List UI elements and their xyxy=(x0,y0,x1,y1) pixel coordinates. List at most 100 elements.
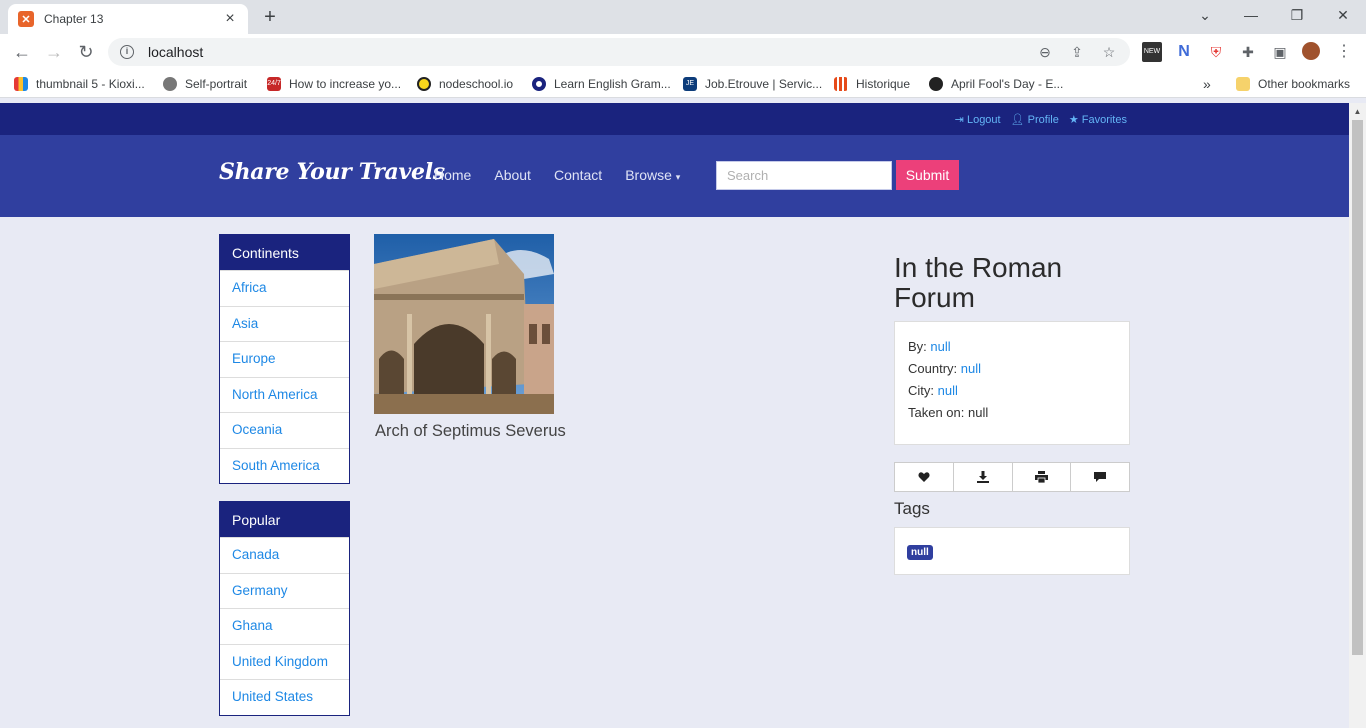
tag-badge[interactable]: null xyxy=(907,545,933,560)
print-button[interactable] xyxy=(1011,463,1071,491)
extension-shield-icon[interactable]: ⛨ xyxy=(1206,42,1226,62)
back-button[interactable]: ← xyxy=(10,40,34,64)
historique-icon xyxy=(834,77,848,91)
zoom-icon[interactable]: ⊖ xyxy=(1034,41,1056,63)
caret-down-icon: ▾ xyxy=(675,172,681,182)
nav-contact[interactable]: Contact xyxy=(554,167,602,183)
photo-details-box: By: null Country: null City: null Taken … xyxy=(894,321,1130,445)
favorite-button[interactable] xyxy=(895,463,953,491)
by-link[interactable]: null xyxy=(930,339,950,354)
other-bookmarks[interactable]: Other bookmarks xyxy=(1236,75,1350,93)
continent-item[interactable]: Africa xyxy=(220,270,349,306)
side-panel-icon[interactable]: ▣ xyxy=(1270,42,1290,62)
bookmark-star-icon[interactable]: ☆ xyxy=(1098,41,1120,63)
bookmark-item[interactable]: 24/7 How to increase yo... xyxy=(267,75,401,93)
panel-title: Continents xyxy=(220,235,349,270)
bookmark-item[interactable]: nodeschool.io xyxy=(417,75,513,93)
bookmark-item[interactable]: Self-portrait xyxy=(163,75,247,93)
forward-button[interactable]: → xyxy=(42,40,66,64)
share-icon[interactable]: ⇪ xyxy=(1066,41,1088,63)
browser-tab[interactable]: ✕ Chapter 13 × xyxy=(8,4,248,34)
site-header: Share Your Travels Home About Contact Br… xyxy=(0,135,1349,217)
tab-title: Chapter 13 xyxy=(44,12,104,26)
profile-avatar-icon[interactable] xyxy=(1302,42,1320,60)
bookmark-item[interactable]: thumbnail 5 - Kioxi... xyxy=(14,75,145,93)
city-link[interactable]: null xyxy=(938,383,958,398)
browser-tab-bar: ✕ Chapter 13 × + ⌄ — ❐ ✕ xyxy=(0,0,1366,34)
restore-button[interactable]: ❐ xyxy=(1284,4,1310,26)
address-bar[interactable]: i localhost ⊖ ⇪ ☆ xyxy=(108,38,1130,66)
xampp-favicon-icon: ✕ xyxy=(18,11,34,27)
nav-about[interactable]: About xyxy=(494,167,531,183)
nav-browse[interactable]: Browse ▾ xyxy=(625,167,680,183)
city-row: City: null xyxy=(908,383,958,398)
bookmark-item[interactable]: JE Job.Etrouve | Servic... xyxy=(683,75,822,93)
more-bookmarks-icon[interactable]: » xyxy=(1203,75,1211,93)
star-icon: ★ xyxy=(1068,114,1082,126)
country-row: Country: null xyxy=(908,361,982,376)
web-page: ⇥ Logout 👤︎ Profile ★ Favorites Share Yo… xyxy=(0,103,1349,728)
top-utility-bar: ⇥ Logout 👤︎ Profile ★ Favorites xyxy=(0,103,1349,135)
url-text: localhost xyxy=(148,44,204,60)
taken-on-value: null xyxy=(968,405,989,420)
site-logo[interactable]: Share Your Travels xyxy=(219,159,445,185)
continent-item[interactable]: North America xyxy=(220,376,349,413)
logout-link[interactable]: ⇥ Logout xyxy=(955,113,1001,126)
taken-on-row: Taken on: null xyxy=(908,405,989,420)
continent-item[interactable]: Oceania xyxy=(220,412,349,448)
page-title: In the Roman Forum xyxy=(894,252,1063,313)
new-tab-button[interactable]: + xyxy=(258,6,282,30)
profile-link[interactable]: 👤︎ Profile xyxy=(1011,113,1059,126)
comment-button[interactable] xyxy=(1070,463,1129,491)
country-item[interactable]: Canada xyxy=(220,537,349,573)
bookmark-item[interactable]: Learn English Gram... xyxy=(532,75,671,93)
popular-panel: Popular Canada Germany Ghana United King… xyxy=(219,501,350,716)
page-scrollbar[interactable]: ▲ xyxy=(1349,103,1366,728)
folder-icon xyxy=(1236,77,1250,91)
country-item[interactable]: United States xyxy=(220,679,349,715)
print-icon xyxy=(1034,471,1048,483)
favorites-link[interactable]: ★ Favorites xyxy=(1069,113,1127,126)
search-input[interactable] xyxy=(716,161,892,190)
country-item[interactable]: Ghana xyxy=(220,608,349,644)
continent-item[interactable]: Asia xyxy=(220,305,349,342)
minimize-button[interactable]: — xyxy=(1238,4,1264,26)
tags-box: null xyxy=(894,527,1130,575)
close-window-button[interactable]: ✕ xyxy=(1330,4,1356,26)
heart-icon xyxy=(918,472,930,482)
country-item[interactable]: United Kingdom xyxy=(220,643,349,680)
download-button[interactable] xyxy=(952,463,1012,491)
browser-toolbar: ← → ↻ i localhost ⊖ ⇪ ☆ NEW N ⛨ ✚ ▣ ⋮ xyxy=(0,34,1366,70)
travel-photo[interactable] xyxy=(374,234,554,414)
continent-item[interactable]: Europe xyxy=(220,341,349,377)
chrome-menu-icon[interactable]: ⋮ xyxy=(1334,42,1354,62)
continent-item[interactable]: South America xyxy=(220,447,349,484)
comment-icon xyxy=(1094,472,1107,482)
scroll-thumb[interactable] xyxy=(1352,120,1363,655)
extension-n-icon[interactable]: N xyxy=(1174,42,1194,62)
submit-button[interactable]: Submit xyxy=(896,160,959,190)
nav-home[interactable]: Home xyxy=(434,167,471,183)
action-button-group xyxy=(894,462,1130,492)
je-icon: JE xyxy=(683,77,697,91)
panel-title: Popular xyxy=(220,502,349,537)
tags-heading: Tags xyxy=(894,499,930,518)
bookmarks-bar: thumbnail 5 - Kioxi... Self-portrait 24/… xyxy=(0,70,1366,98)
target-icon xyxy=(532,77,546,91)
tab-close-icon[interactable]: × xyxy=(222,10,238,28)
nodeschool-icon xyxy=(417,77,431,91)
site-info-icon[interactable]: i xyxy=(120,45,134,59)
bookmark-item[interactable]: April Fool's Day - E... xyxy=(929,75,1063,93)
scroll-up-icon[interactable]: ▲ xyxy=(1349,105,1366,119)
country-link[interactable]: null xyxy=(961,361,981,376)
user-icon: 👤︎ xyxy=(1010,114,1028,126)
logout-icon: ⇥ xyxy=(954,114,967,126)
extension-new-icon[interactable]: NEW xyxy=(1142,42,1162,62)
reload-button[interactable]: ↻ xyxy=(74,40,98,64)
bookmark-favicon-icon xyxy=(14,77,28,91)
tab-search-icon[interactable]: ⌄ xyxy=(1192,4,1218,26)
country-item[interactable]: Germany xyxy=(220,572,349,609)
by-row: By: null xyxy=(908,339,951,354)
extensions-puzzle-icon[interactable]: ✚ xyxy=(1238,42,1258,62)
bookmark-item[interactable]: Historique xyxy=(834,75,910,93)
